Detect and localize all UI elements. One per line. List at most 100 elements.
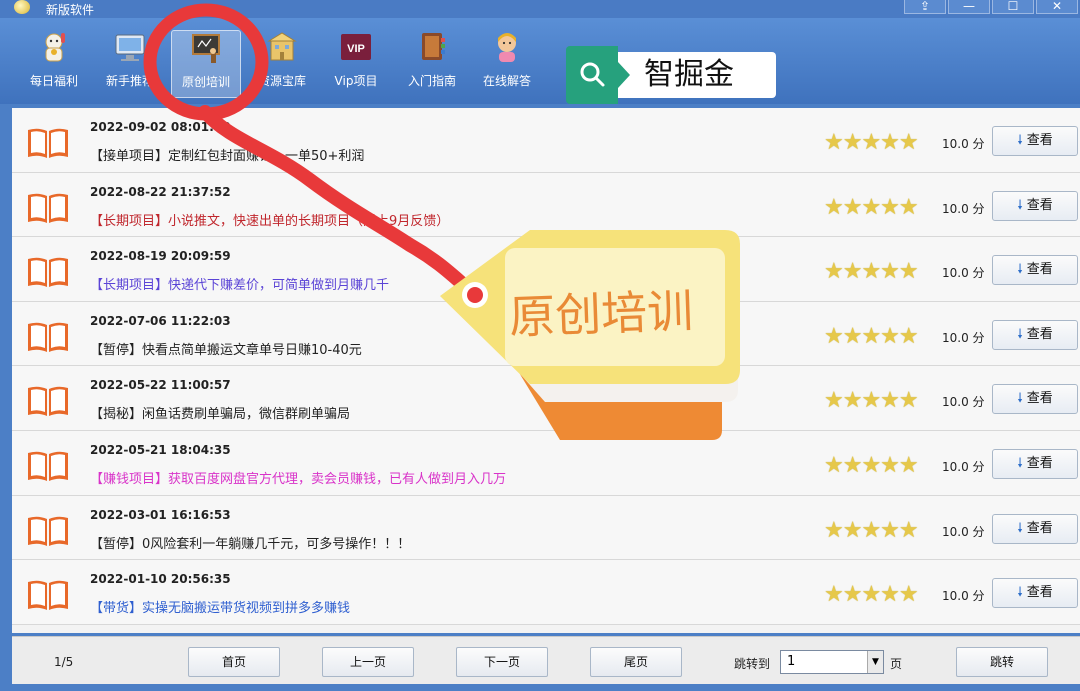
- list-item[interactable]: 2022-03-01 16:16:53 【暂停】0风险套利一年躺赚几千元，可多号操…: [12, 495, 1080, 561]
- item-score: 10.0 分: [942, 524, 985, 539]
- item-date: 2022-03-01 16:16:53: [90, 507, 231, 522]
- list-item[interactable]: 2022-05-22 11:00:57 【揭秘】闲鱼话费刷单骗局，微信群刷单骗局 ★…: [12, 366, 1080, 431]
- tool-vip-projects[interactable]: VIP Vip项目: [321, 30, 391, 98]
- tool-online-answers[interactable]: 在线解答: [472, 30, 542, 98]
- download-arrow-icon: 🠗: [1017, 197, 1023, 213]
- close-button[interactable]: ✕: [1036, 0, 1078, 14]
- view-button[interactable]: 🠗 查看: [992, 384, 1078, 415]
- watermark-icon-box: [566, 46, 618, 104]
- view-button-label: 查看: [1026, 520, 1053, 536]
- view-button[interactable]: 🠗 查看: [992, 578, 1078, 609]
- item-title[interactable]: 【暂停】0风险套利一年躺赚几千元，可多号操作！！！: [90, 533, 410, 552]
- tool-resource-library[interactable]: 资源宝库: [247, 30, 317, 98]
- lucky-cat-icon: [45, 33, 65, 62]
- tool-label: 原创培训: [181, 75, 230, 89]
- item-score: 10.0 分: [942, 137, 985, 151]
- tool-label: 新手推荐: [105, 74, 154, 88]
- annotation-tag-label: 原创培训: [508, 283, 694, 345]
- rating-stars: ★★★★★: [824, 130, 919, 155]
- app-window: 新版软件 ⇪ — ☐ ✕ 每日福利 新手推荐 原创培训 资源宝库 VIP Vip…: [0, 0, 1080, 691]
- book-icon: [422, 33, 445, 60]
- page-select[interactable]: 1 ▼: [780, 650, 884, 674]
- last-page-button[interactable]: 尾页: [590, 647, 682, 677]
- prev-page-button[interactable]: 上一页: [322, 647, 414, 677]
- watermark-text: 智掘金: [618, 52, 776, 98]
- rating-stars: ★★★★★: [824, 582, 919, 608]
- window-title: 新版软件: [46, 3, 95, 17]
- book-icon: [28, 193, 68, 223]
- view-button-label: 查看: [1026, 133, 1053, 148]
- view-button[interactable]: 🠗 查看: [992, 513, 1078, 544]
- tool-daily-welfare[interactable]: 每日福利: [19, 30, 89, 98]
- item-title[interactable]: 【赚钱项目】获取百度网盘官方代理，卖会员赚钱，已有人做到月入几万: [90, 468, 506, 487]
- item-date: 2022-08-19 20:09:59: [90, 249, 231, 264]
- download-arrow-icon: 🠗: [1017, 456, 1023, 471]
- item-title[interactable]: 【长期项目】小说推文，快速出单的长期项目（附上9月反馈）: [90, 210, 449, 229]
- watermark-badge: 智掘金: [566, 46, 776, 104]
- view-button[interactable]: 🠗 查看: [992, 255, 1078, 286]
- item-date: 2022-08-22 21:37:52: [90, 184, 231, 199]
- chevron-down-icon[interactable]: ▼: [867, 651, 883, 673]
- view-button-label: 查看: [1026, 197, 1053, 213]
- item-score: 10.0 分: [942, 395, 985, 410]
- download-arrow-icon: 🠗: [1017, 133, 1023, 148]
- rating-stars: ★★★★★: [824, 194, 919, 220]
- next-page-button[interactable]: 下一页: [456, 647, 548, 677]
- book-icon: [28, 322, 68, 352]
- item-date: 2022-05-21 18:04:35: [90, 443, 231, 457]
- tool-label: 在线解答: [482, 74, 531, 88]
- item-title[interactable]: 【带货】实操无脑搬运带货视频到拼多多赚钱: [90, 597, 350, 616]
- view-button[interactable]: 🠗 查看: [992, 190, 1078, 221]
- tool-beginner-picks[interactable]: 新手推荐: [95, 30, 165, 98]
- app-logo-icon: [14, 0, 30, 14]
- view-button[interactable]: 🠗 查看: [992, 319, 1078, 350]
- download-arrow-icon: 🠗: [1017, 326, 1023, 342]
- view-button[interactable]: 🠗 查看: [992, 126, 1078, 156]
- download-arrow-icon: 🠗: [1017, 262, 1023, 278]
- book-icon: [28, 257, 68, 288]
- list-item[interactable]: 2022-01-10 20:56:35 【带货】实操无脑搬运带货视频到拼多多赚钱 ★…: [12, 560, 1080, 625]
- pagination-bar: 1/5 首页 上一页 下一页 尾页 跳转到 1 ▼ 页 跳转: [12, 636, 1080, 684]
- page-unit-label: 页: [890, 657, 903, 671]
- view-button-label: 查看: [1026, 262, 1053, 278]
- rating-stars: ★★★★★: [824, 453, 919, 478]
- download-arrow-icon: 🠗: [1017, 585, 1023, 601]
- list-item[interactable]: 2022-05-21 18:04:35 【赚钱项目】获取百度网盘官方代理，卖会员赚…: [12, 431, 1080, 496]
- window-bottom-edge: [0, 684, 1080, 691]
- tool-original-training[interactable]: 原创培训: [171, 30, 241, 98]
- minimize-button[interactable]: —: [948, 0, 990, 14]
- jump-button[interactable]: 跳转: [956, 647, 1048, 677]
- item-title[interactable]: 【接单项目】定制红包封面赚钱，一单50+利润: [90, 145, 364, 164]
- watermark-notch: [618, 62, 630, 88]
- book-icon: [28, 580, 68, 611]
- search-icon: [580, 62, 605, 87]
- tool-label: 入门指南: [407, 74, 456, 88]
- svg-text:VIP: VIP: [347, 43, 365, 55]
- item-date: 2022-05-22 11:00:57: [90, 378, 231, 393]
- book-icon: [28, 128, 68, 158]
- page-indicator: 1/5: [54, 655, 74, 669]
- item-title[interactable]: 【长期项目】快递代下赚差价，可简单做到月赚几千: [90, 274, 389, 293]
- item-score: 10.0 分: [942, 330, 985, 345]
- item-title[interactable]: 【揭秘】闲鱼话费刷单骗局，微信群刷单骗局: [90, 403, 350, 422]
- page-select-value: 1: [787, 654, 796, 669]
- building-icon: [267, 32, 297, 61]
- rating-stars: ★★★★★: [824, 323, 919, 349]
- title-bar: 新版软件 ⇪ — ☐ ✕: [0, 0, 1080, 18]
- view-button-label: 查看: [1026, 326, 1053, 342]
- list-item[interactable]: 2022-09-02 08:01:50 【接单项目】定制红包封面赚钱，一单50+利…: [12, 108, 1080, 173]
- tool-getting-started[interactable]: 入门指南: [397, 30, 467, 98]
- item-title[interactable]: 【暂停】快看点简单搬运文章单号日赚10-40元: [90, 339, 362, 358]
- vip-icon: VIP: [341, 34, 371, 60]
- item-score: 10.0 分: [942, 266, 985, 281]
- view-button[interactable]: 🠗 查看: [992, 449, 1078, 479]
- list-item[interactable]: 2022-08-22 21:37:52 【长期项目】小说推文，快速出单的长期项目（…: [12, 172, 1080, 238]
- view-button-label: 查看: [1026, 456, 1053, 471]
- download-arrow-icon: 🠗: [1017, 391, 1023, 407]
- item-score: 10.0 分: [942, 460, 985, 474]
- first-page-button[interactable]: 首页: [188, 647, 280, 677]
- skin-button[interactable]: ⇪: [904, 0, 946, 14]
- support-agent-icon: [498, 33, 516, 62]
- item-score: 10.0 分: [942, 201, 985, 216]
- maximize-button[interactable]: ☐: [992, 0, 1034, 14]
